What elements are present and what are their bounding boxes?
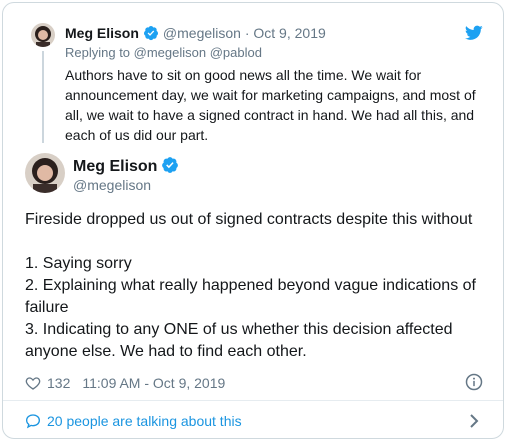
conversation-link[interactable]: 20 people are talking about this xyxy=(25,412,242,430)
author-handle[interactable]: @megelison xyxy=(163,25,241,41)
tweet-timestamp[interactable]: 11:09 AM - Oct 9, 2019 xyxy=(82,374,225,392)
info-icon[interactable] xyxy=(465,373,483,396)
speech-bubble-icon xyxy=(25,413,41,429)
author-name[interactable]: Meg Elison xyxy=(65,25,139,41)
tweet-line: 1. Saying sorry xyxy=(25,255,132,272)
avatar[interactable] xyxy=(25,153,65,193)
verified-badge-icon xyxy=(161,156,179,180)
parent-tweet-text: Authors have to sit on good news all the… xyxy=(65,67,476,143)
divider xyxy=(3,400,503,401)
tweet-line: 3. Indicating to any ONE of us whether t… xyxy=(25,321,453,360)
author-name-text: Meg Elison xyxy=(73,158,158,175)
heart-icon[interactable] xyxy=(25,375,41,391)
verified-badge-icon xyxy=(143,25,159,46)
separator-dot: · xyxy=(244,25,250,41)
tweet-meta: 132 11:09 AM - Oct 9, 2019 xyxy=(25,374,225,392)
like-count[interactable]: 132 xyxy=(47,374,70,392)
parent-tweet-header: Meg Elison @megelison · Oct 9, 2019 xyxy=(65,23,326,46)
conversation-link-label: 20 people are talking about this xyxy=(47,413,242,429)
tweet-line: 2. Explaining what really happened beyon… xyxy=(25,277,476,316)
embedded-tweet-card[interactable]: Meg Elison @megelison · Oct 9, 2019 Reply… xyxy=(2,2,504,439)
tweet-text: Fireside dropped us out of signed contra… xyxy=(25,209,485,363)
thread-connector-line xyxy=(42,51,44,143)
replying-to[interactable]: Replying to @megelison @pablod xyxy=(65,44,262,62)
avatar[interactable] xyxy=(31,23,55,47)
tweet-date[interactable]: Oct 9, 2019 xyxy=(253,25,325,41)
author-handle[interactable]: @megelison xyxy=(73,176,151,194)
tweet-line: Fireside dropped us out of signed contra… xyxy=(25,211,473,228)
twitter-bird-icon[interactable] xyxy=(464,25,483,46)
chevron-right-icon[interactable] xyxy=(467,413,481,434)
